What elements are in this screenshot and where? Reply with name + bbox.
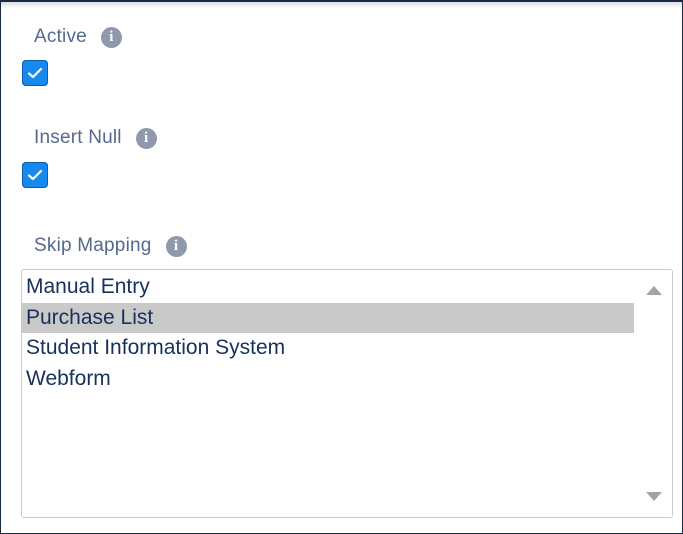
listbox-options: Manual Entry Purchase List Student Infor…: [22, 272, 634, 394]
panel-top-shade: [1, 2, 682, 8]
scroll-down-arrow-icon[interactable]: [646, 492, 662, 501]
info-icon[interactable]: i: [165, 235, 187, 257]
insert-null-label: Insert Null: [34, 127, 122, 148]
listbox-scrollbar[interactable]: [636, 270, 672, 517]
insert-null-field-label-row: Insert Null i: [34, 127, 157, 149]
active-checkbox[interactable]: [22, 60, 48, 86]
skip-mapping-listbox[interactable]: Manual Entry Purchase List Student Infor…: [21, 269, 673, 518]
insert-null-checkbox[interactable]: [22, 162, 48, 188]
listbox-option-student-information-system[interactable]: Student Information System: [22, 333, 634, 364]
form-panel: Active i Insert Null i Skip Mapping i Ma…: [0, 0, 683, 534]
listbox-option-webform[interactable]: Webform: [22, 364, 634, 395]
info-icon[interactable]: i: [135, 127, 157, 149]
checkmark-icon: [27, 169, 43, 181]
skip-mapping-field-label-row: Skip Mapping i: [34, 235, 187, 257]
scroll-up-arrow-icon[interactable]: [646, 286, 662, 295]
active-label: Active: [34, 26, 87, 47]
info-icon[interactable]: i: [100, 26, 122, 48]
listbox-option-purchase-list[interactable]: Purchase List: [22, 302, 634, 333]
active-field-label-row: Active i: [34, 26, 122, 48]
listbox-option-manual-entry[interactable]: Manual Entry: [22, 272, 634, 303]
skip-mapping-label: Skip Mapping: [34, 235, 152, 256]
checkmark-icon: [27, 67, 43, 79]
